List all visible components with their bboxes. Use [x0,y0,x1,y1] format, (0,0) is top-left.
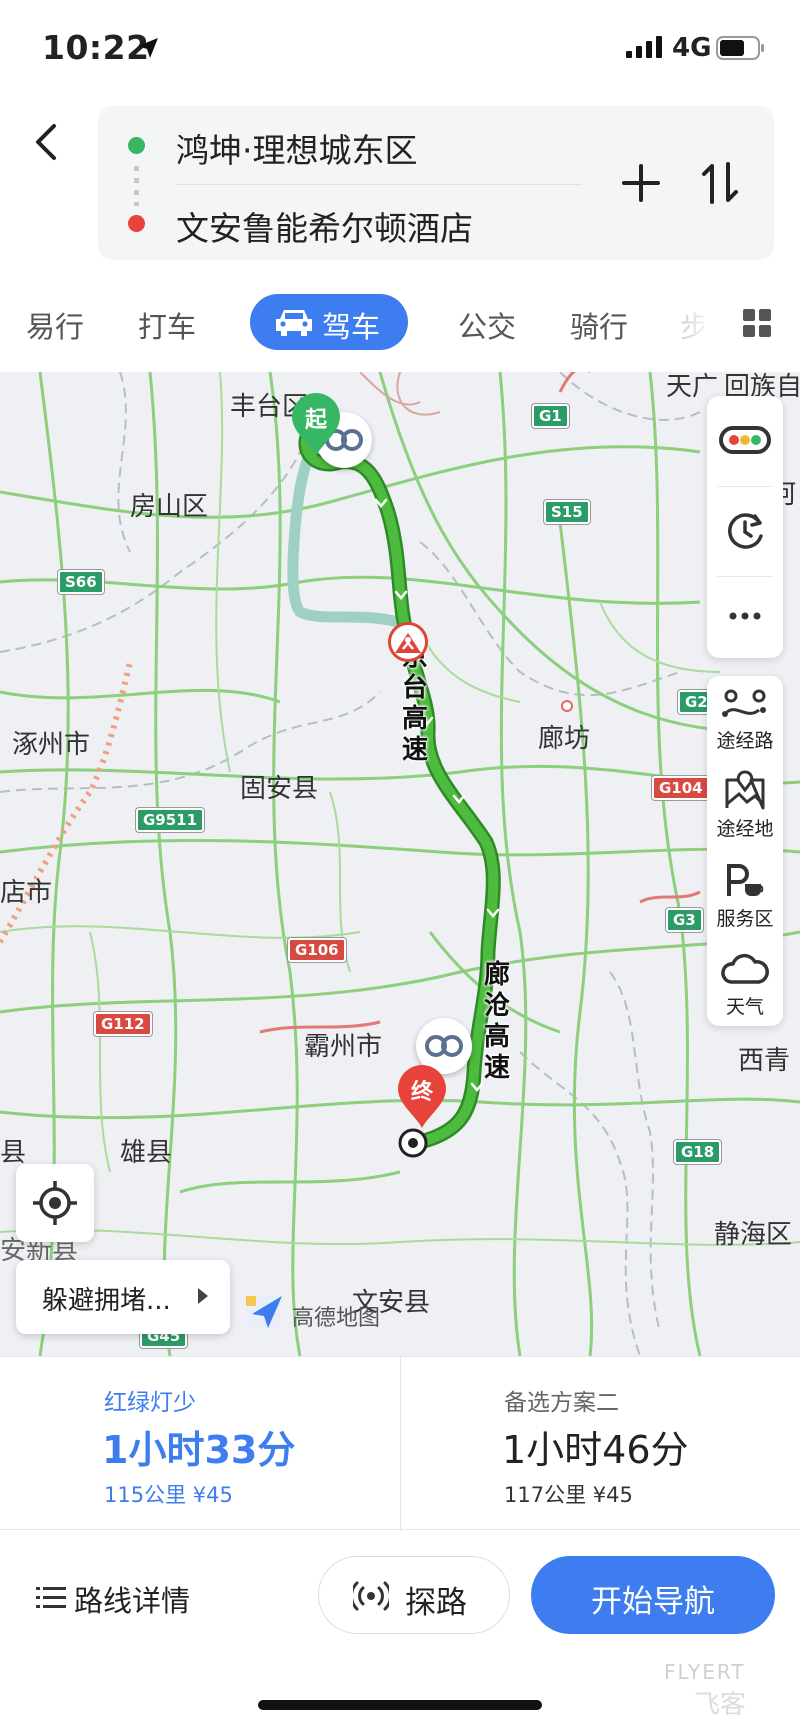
caret-right-icon [198,1288,208,1304]
traffic-light-icon [719,426,771,454]
destination-field[interactable]: 文安鲁能希尔顿酒店 [176,202,473,250]
status-time: 10:22 [42,28,150,67]
tab-taxi[interactable]: 打车 [138,304,196,346]
start-pin-label: 起 [304,408,327,433]
map-label-fangshan: 房山区 [130,492,209,522]
waypoint-road-button[interactable]: 途经路 [707,676,783,766]
cloud-icon [721,953,769,984]
route-option-duration: 1小时46分 [502,1428,689,1472]
waypoint-place-button[interactable]: 途经地 [707,764,783,854]
swap-route-button[interactable] [698,158,742,208]
option-divider [400,1357,401,1531]
broadcast-icon [353,1581,389,1611]
departure-time-button[interactable] [707,486,783,576]
highway-shield-g3: G3 [666,908,703,932]
route-input-box: 鸿坤·理想城东区 文安鲁能希尔顿酒店 [98,106,774,260]
highway-shield-g9511: G9511 [136,808,205,832]
more-options-button[interactable] [707,576,783,666]
highway-shield-g106: G106 [288,938,346,962]
list-icon [36,1587,66,1608]
route-connector [134,166,139,206]
map-label-jinghai: 静海区 [714,1220,793,1250]
grid-menu-icon[interactable] [742,308,772,338]
more-icon [729,612,761,620]
network-type: 4G [672,33,712,63]
map-label-gaobeidian: 店市 [0,878,53,908]
start-navigation-button[interactable]: 开始导航 [531,1556,775,1634]
map-tools-bottom: 途经路 途经地 服务区 天气 [707,676,783,1026]
route-option-distance-cost: 117公里 ¥45 [504,1483,633,1507]
service-area-label: 服务区 [716,908,774,930]
field-divider [176,184,582,185]
car-icon [276,310,312,336]
avoid-congestion-label: 躲避拥堵... [42,1286,171,1316]
construction-marker[interactable] [388,622,428,662]
weather-label: 天气 [725,996,764,1018]
end-dot-icon [128,215,145,232]
status-bar: 10:22 4G [0,0,800,96]
highway-shield-g112: G112 [94,1012,152,1036]
service-area-button[interactable]: 服务区 [707,854,783,944]
weather-button[interactable]: 天气 [707,942,783,1032]
locate-button[interactable] [16,1164,94,1242]
amap-logo [246,1296,282,1330]
highway-shield-g104: G104 [652,776,710,800]
start-pin[interactable]: 起 [290,392,342,462]
start-location-field[interactable]: 鸿坤·理想城东区 [176,124,418,172]
route-option-tag: 红绿灯少 [104,1390,196,1416]
clock-refresh-icon [728,513,763,549]
locate-icon [33,1181,77,1225]
route-options: 红绿灯少 1小时33分 115公里 ¥45 备选方案二 1小时46分 117公里… [0,1356,800,1531]
tab-drive-label: 驾车 [322,310,381,344]
route-option-tag: 备选方案二 [504,1390,619,1416]
route-details-label: 路线详情 [74,1584,191,1618]
add-waypoint-button[interactable] [618,160,664,206]
road-name-langcang: 廊沧高速 [483,960,510,1083]
tab-bike[interactable]: 骑行 [570,304,628,346]
tab-drive[interactable]: 驾车 [250,294,408,350]
map-label-xiqing: 西青 [738,1046,791,1076]
end-pin-label: 终 [410,1080,433,1105]
battery-icon [716,36,764,60]
tab-bus[interactable]: 公交 [458,304,516,346]
map-view[interactable]: 丰台区 房山区 涿州市 固安县 廊坊 霸州市 雄县 文安县 西青 静海区 店市 … [0,372,800,1356]
highway-shield-g18: G18 [674,1140,722,1164]
home-indicator[interactable] [258,1700,542,1710]
transport-tabs: 易行 打车 驾车 公交 骑行 步 [0,290,800,356]
map-label-bazhou: 霸州市 [304,1032,383,1062]
traffic-toggle-button[interactable] [707,396,783,486]
construction-icon [395,633,421,653]
waypoint-road-icon [722,689,766,717]
map-roads [0,372,800,1356]
explore-road-button[interactable]: 探路 [318,1556,510,1634]
location-arrow-icon [138,38,158,58]
highway-shield-s66: S66 [58,570,104,594]
signal-icon [626,36,662,58]
start-navigation-label: 开始导航 [591,1584,715,1620]
parking-cup-icon [727,864,764,896]
waypoint-place-label: 途经地 [716,818,774,840]
waypoint-road-label: 途经路 [716,730,774,752]
amap-logo-text: 高德地图 [292,1306,381,1331]
tab-yixing[interactable]: 易行 [26,304,84,346]
map-label-xiongxian: 雄县 [120,1138,173,1168]
back-button[interactable] [24,112,70,172]
map-label-zhuozhou: 涿州市 [12,730,91,760]
map-label-langfang: 廊坊 [538,724,591,754]
end-target-icon [398,1128,428,1162]
start-dot-icon [128,137,145,154]
highway-shield-s15: S15 [544,500,590,524]
watermark-text: 飞客 [694,1690,747,1720]
highway-shield-g1: G1 [532,404,569,428]
map-tools-top [707,396,783,658]
watermark-text: FLYERT [664,1660,746,1684]
tab-fade [672,294,732,350]
route-option-duration: 1小时33分 [102,1428,296,1472]
avoid-congestion-button[interactable]: 躲避拥堵... [16,1260,230,1334]
screen: 10:22 4G 鸿坤·理想城东区 文安鲁能希尔顿酒店 易行 打车 驾车 公交 … [0,0,800,1732]
waypoint-place-icon [725,770,765,810]
map-label-guan: 固安县 [240,774,319,804]
explore-road-label: 探路 [405,1585,467,1621]
route-option-distance-cost: 115公里 ¥45 [104,1483,233,1507]
